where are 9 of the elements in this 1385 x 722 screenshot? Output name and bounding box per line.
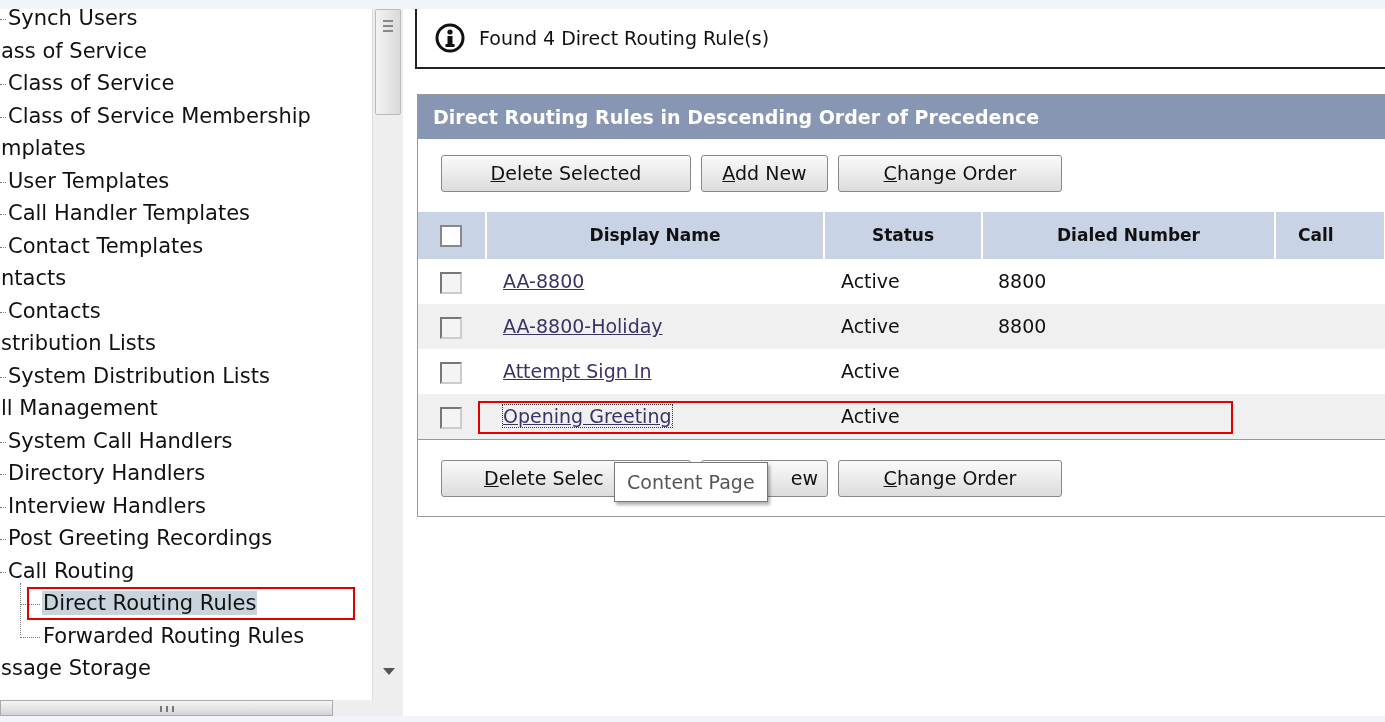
message-text: Found 4 Direct Routing Rule(s) — [479, 25, 770, 51]
panel-title: Direct Routing Rules in Descending Order of Precedence — [418, 95, 1385, 139]
status-text: Active — [841, 315, 900, 338]
status-text: Active — [841, 405, 900, 428]
status-text: Active — [841, 360, 900, 383]
table-cell: 8800 — [998, 270, 1047, 293]
status-text: Active — [841, 270, 900, 293]
tooltip: Content Page — [614, 462, 768, 502]
table-cell: 8800 — [998, 315, 1047, 338]
